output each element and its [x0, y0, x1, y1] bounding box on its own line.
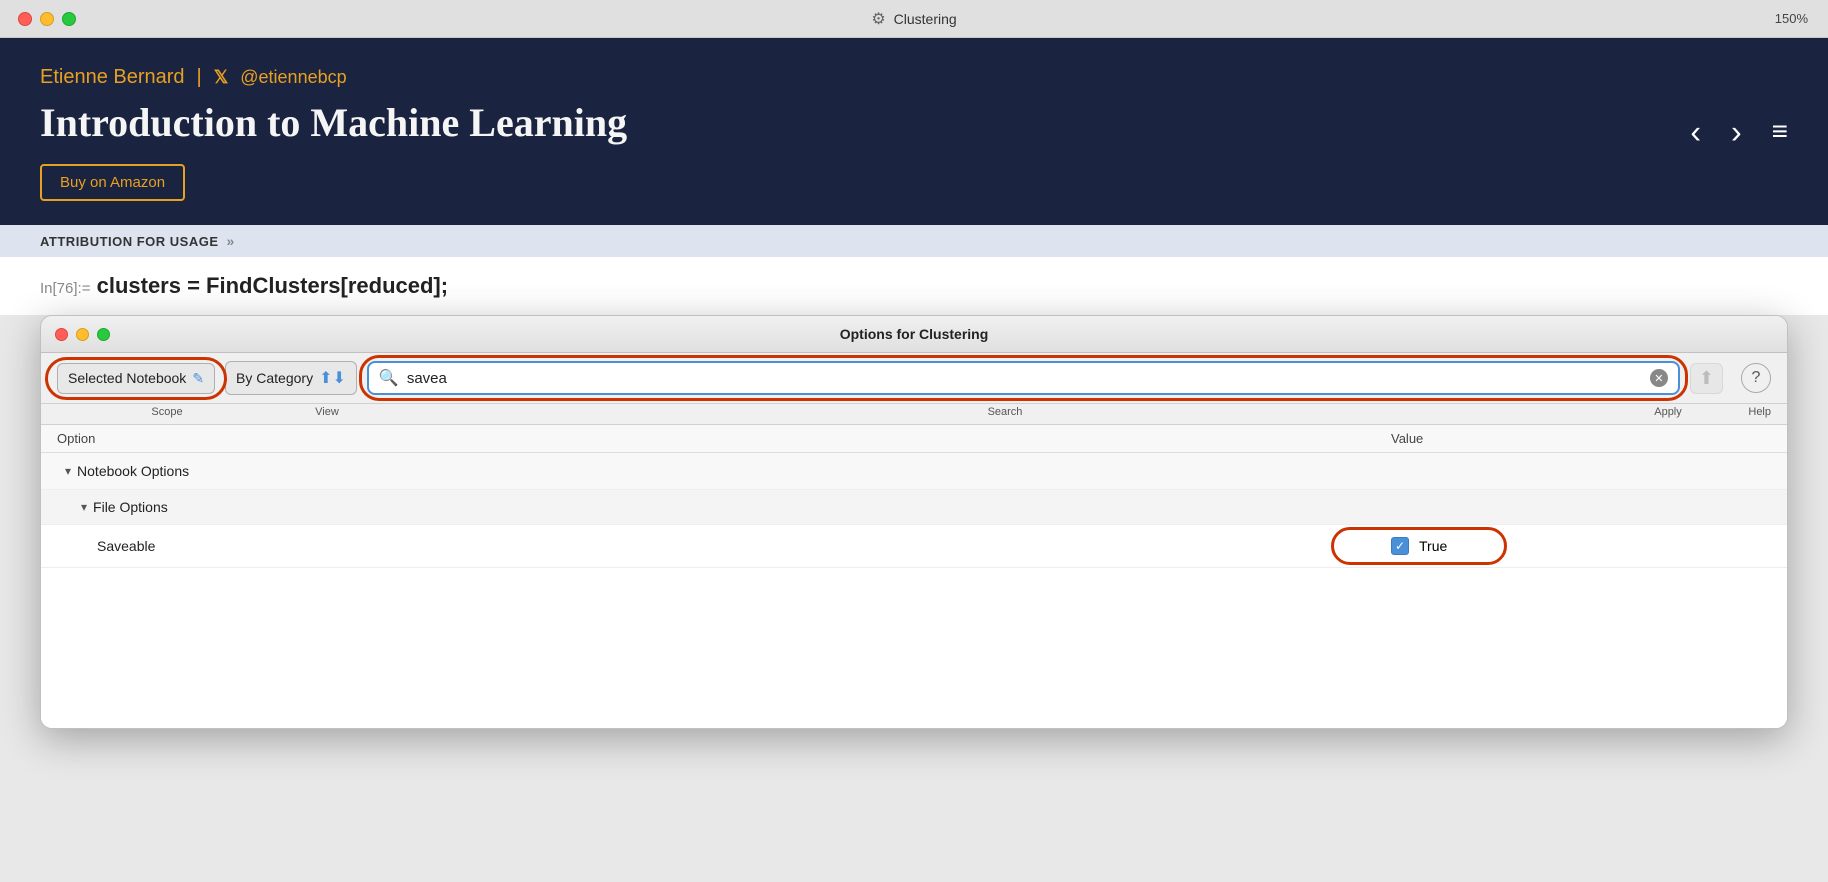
- table-body: ▾ Notebook Options ▾ File Options Saveab…: [41, 453, 1787, 728]
- collapse-icon: ▾: [65, 464, 71, 478]
- attribution-label: ATTRIBUTION FOR USAGE: [40, 234, 219, 249]
- apply-column-label: Apply: [1633, 406, 1703, 418]
- help-button[interactable]: ?: [1741, 363, 1771, 393]
- help-column-label: Help: [1711, 406, 1771, 418]
- file-options-label: File Options: [93, 499, 168, 515]
- minimize-button[interactable]: [40, 12, 54, 26]
- notebook-options-group[interactable]: ▾ Notebook Options: [41, 453, 1787, 490]
- saveable-checkbox[interactable]: ✓: [1391, 537, 1409, 555]
- window-title: ⚙ Clustering: [871, 9, 956, 29]
- file-options-subgroup[interactable]: ▾ File Options: [41, 490, 1787, 525]
- nav-right-arrow[interactable]: ›: [1731, 113, 1742, 150]
- apply-icon: ⬆: [1699, 368, 1714, 389]
- view-column-label: View: [277, 406, 377, 418]
- scope-dropdown[interactable]: Selected Notebook ✎: [57, 363, 215, 394]
- code-content: clusters = FindClusters[reduced];: [97, 273, 448, 298]
- dialog-window-controls: [55, 328, 110, 341]
- header-section: Etienne Bernard | 𝕏 @etiennebcp Introduc…: [0, 38, 1828, 225]
- dialog-minimize-button[interactable]: [76, 328, 89, 341]
- saveable-option-label: Saveable: [97, 538, 1371, 554]
- zoom-level: 150%: [1775, 11, 1808, 26]
- gear-icon: ⚙: [871, 9, 885, 29]
- hamburger-menu[interactable]: ≡: [1772, 118, 1788, 146]
- dialog-window: Options for Clustering Selected Notebook…: [40, 315, 1788, 729]
- search-input[interactable]: [407, 370, 1642, 387]
- search-container: 🔍 ✕: [367, 361, 1680, 395]
- scope-label: Selected Notebook: [68, 370, 186, 386]
- attribution-bar: ATTRIBUTION FOR USAGE »: [0, 225, 1828, 257]
- saveable-row: Saveable ✓ True: [41, 525, 1787, 568]
- help-icon: ?: [1741, 363, 1771, 393]
- nav-controls: ‹ › ≡: [1690, 113, 1788, 150]
- window-title-text: Clustering: [894, 11, 957, 27]
- scope-icon: ✎: [192, 370, 204, 387]
- view-dropdown[interactable]: By Category ⬆⬇: [225, 361, 357, 395]
- view-label: By Category: [236, 370, 313, 386]
- empty-table-area: [41, 568, 1787, 728]
- search-oval-wrapper: 🔍 ✕: [367, 361, 1680, 395]
- saveable-oval-wrapper: ✓ True: [1391, 537, 1447, 555]
- buy-button[interactable]: Buy on Amazon: [40, 164, 185, 201]
- maximize-button[interactable]: [62, 12, 76, 26]
- chevron-down-icon: ⬆⬇: [319, 368, 346, 388]
- checkmark-icon: ✓: [1395, 539, 1405, 553]
- author-line: Etienne Bernard | 𝕏 @etiennebcp: [40, 66, 1788, 89]
- window-controls: [18, 12, 76, 26]
- option-column-header: Option: [57, 431, 1371, 446]
- search-column-label: Search: [377, 406, 1633, 418]
- twitter-handle: @etiennebcp: [240, 67, 346, 88]
- search-icon: 🔍: [379, 368, 399, 388]
- search-clear-button[interactable]: ✕: [1650, 369, 1668, 387]
- author-divider: |: [197, 66, 202, 89]
- value-column-header: Value: [1371, 431, 1771, 446]
- x-logo-icon: 𝕏: [214, 67, 229, 88]
- scope-oval-wrapper: Selected Notebook ✎: [57, 363, 215, 394]
- file-options-collapse-icon: ▾: [81, 500, 87, 514]
- close-button[interactable]: [18, 12, 32, 26]
- nav-left-arrow[interactable]: ‹: [1690, 113, 1701, 150]
- title-bar: ⚙ Clustering 150%: [0, 0, 1828, 38]
- dialog-toolbar: Selected Notebook ✎ By Category ⬆⬇ 🔍 ✕ ⬆…: [41, 353, 1787, 404]
- code-line: In[76]:= clusters = FindClusters[reduced…: [0, 257, 1828, 315]
- dialog-maximize-button[interactable]: [97, 328, 110, 341]
- dialog-titlebar: Options for Clustering: [41, 316, 1787, 353]
- dialog-title: Options for Clustering: [840, 326, 989, 342]
- book-title: Introduction to Machine Learning: [40, 99, 1788, 146]
- notebook-options-label: Notebook Options: [77, 463, 189, 479]
- saveable-value: ✓ True: [1371, 537, 1771, 555]
- author-name: Etienne Bernard: [40, 66, 185, 89]
- dialog-close-button[interactable]: [55, 328, 68, 341]
- saveable-value-text: True: [1419, 538, 1447, 554]
- scope-column-label: Scope: [57, 406, 277, 418]
- toolbar-labels: Scope View Search Apply Help: [41, 404, 1787, 425]
- code-prompt: In[76]:=: [40, 280, 90, 297]
- attribution-arrow: »: [227, 233, 235, 249]
- table-header: Option Value: [41, 425, 1787, 453]
- apply-button[interactable]: ⬆: [1690, 363, 1723, 394]
